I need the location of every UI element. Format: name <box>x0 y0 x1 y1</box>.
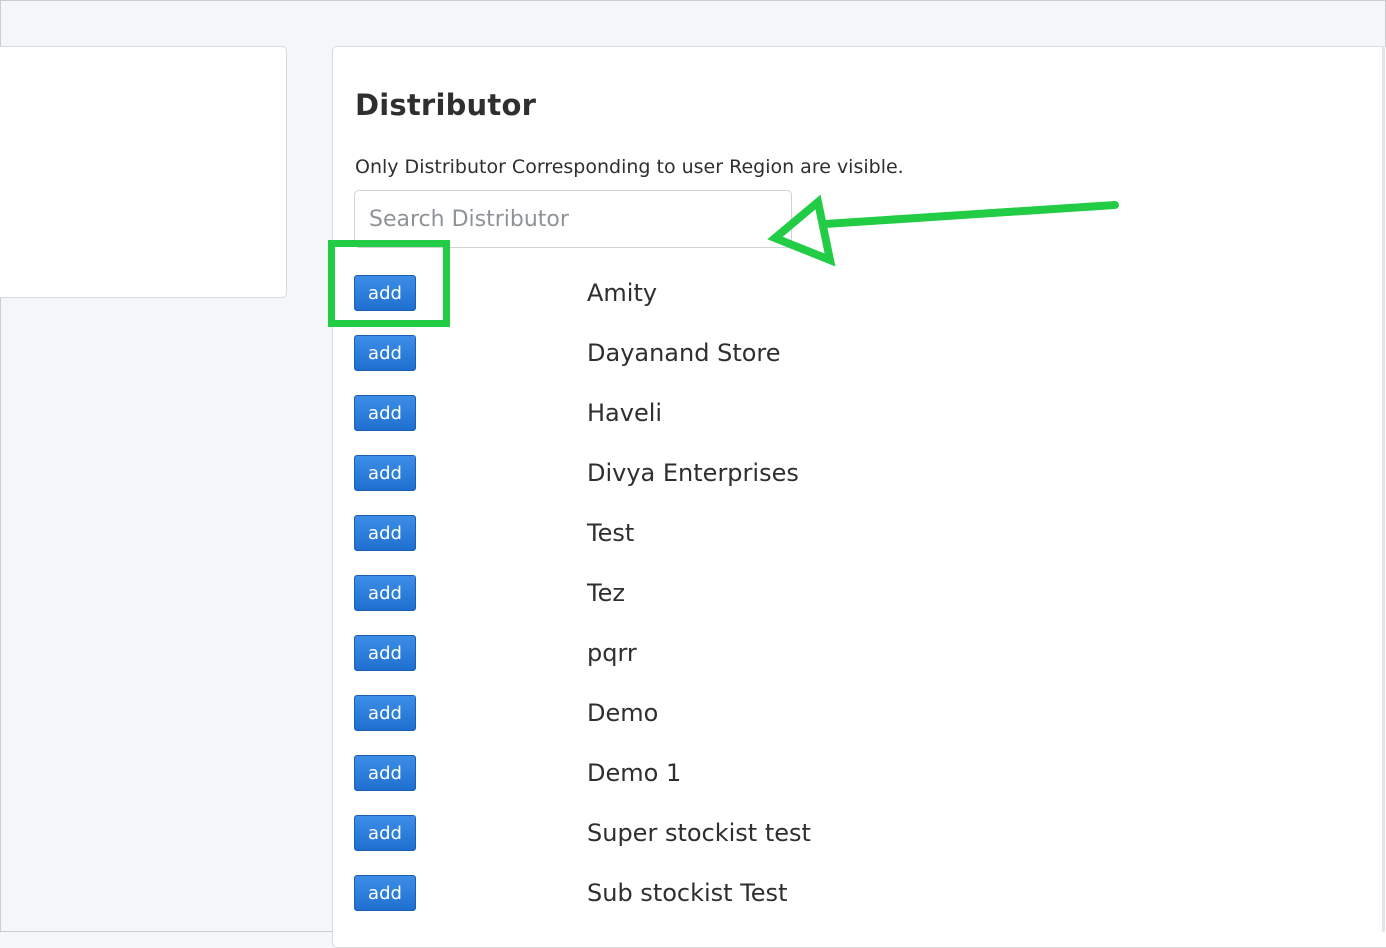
distributor-name: Demo 1 <box>587 759 682 787</box>
list-item: add pqrr <box>354 635 1054 671</box>
distributor-name: Sub stockist Test <box>587 879 788 907</box>
list-item: add Demo 1 <box>354 755 1054 791</box>
list-item: add Super stockist test <box>354 815 1054 851</box>
distributor-name: Divya Enterprises <box>587 459 799 487</box>
add-button[interactable]: add <box>354 455 416 491</box>
distributor-name: Super stockist test <box>587 819 811 847</box>
list-item: add Tez <box>354 575 1054 611</box>
list-item: add Haveli <box>354 395 1054 431</box>
add-button[interactable]: add <box>354 815 416 851</box>
add-button[interactable]: add <box>354 695 416 731</box>
distributor-name: Tez <box>587 579 625 607</box>
arrow-icon <box>767 194 1119 267</box>
distributor-name: Test <box>587 519 635 547</box>
distributor-name: pqrr <box>587 639 637 667</box>
list-item: add Test <box>354 515 1054 551</box>
add-button[interactable]: add <box>354 395 416 431</box>
distributor-name: Dayanand Store <box>587 339 781 367</box>
list-item: add Sub stockist Test <box>354 875 1054 911</box>
list-item: add Demo <box>354 695 1054 731</box>
left-panel <box>0 46 287 298</box>
distributor-name: Demo <box>587 699 659 727</box>
add-button[interactable]: add <box>354 635 416 671</box>
scrollbar[interactable] <box>1382 46 1385 932</box>
distributor-card <box>332 46 1386 948</box>
highlight-box <box>328 240 450 327</box>
list-item: add Amity <box>354 275 1054 311</box>
region-notice: Only Distributor Corresponding to user R… <box>355 156 904 178</box>
add-button[interactable]: add <box>354 515 416 551</box>
add-button[interactable]: add <box>354 575 416 611</box>
distributor-name: Amity <box>587 279 658 307</box>
add-button[interactable]: add <box>354 875 416 911</box>
add-button[interactable]: add <box>354 755 416 791</box>
page-title: Distributor <box>355 88 537 122</box>
list-item: add Dayanand Store <box>354 335 1054 371</box>
list-item: add Divya Enterprises <box>354 455 1054 491</box>
add-button[interactable]: add <box>354 335 416 371</box>
distributor-name: Haveli <box>587 399 663 427</box>
